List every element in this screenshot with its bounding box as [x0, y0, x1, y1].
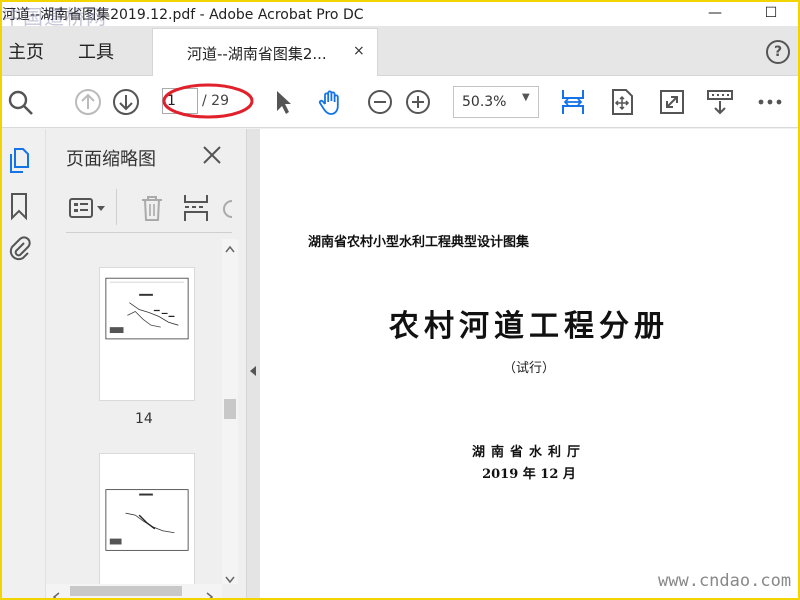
document-view[interactable]: 湖南省农村小型水利工程典型设计图集 农村河道工程分册 （试行） 湖南省水利厅 2… — [260, 129, 798, 598]
toolbar: / 29 50.3% ▼ — [2, 76, 798, 128]
panel-title: 页面缩略图 — [66, 149, 156, 170]
page-thumbnails-icon[interactable] — [6, 145, 32, 175]
chevron-down-icon: ▼ — [522, 92, 530, 103]
thumbnail-page-14[interactable] — [99, 267, 195, 401]
document-main-title: 农村河道工程分册 — [389, 309, 669, 344]
scroll-down-icon[interactable] — [225, 569, 235, 588]
title-bar: 河道--湖南省图集2019.12.pdf - Adobe Acrobat Pro… — [2, 2, 798, 29]
zoom-in-icon[interactable] — [404, 88, 432, 116]
zoom-value: 50.3% — [462, 94, 507, 110]
scroll-right-icon[interactable] — [206, 587, 214, 598]
tab-tools[interactable]: 工具 — [78, 38, 114, 64]
tab-document[interactable]: 河道--湖南省图集2... × — [152, 28, 378, 76]
bookmarks-icon[interactable] — [6, 191, 32, 221]
thumbnail-page-15[interactable] — [99, 453, 195, 584]
fit-width-icon[interactable] — [559, 88, 587, 116]
thumbnail-panel: 页面缩略图 14 — [46, 129, 246, 598]
close-tab-button[interactable]: × — [353, 43, 365, 59]
document-department: 湖南省水利厅 — [471, 445, 586, 460]
thumbnail-options-icon[interactable] — [68, 197, 108, 221]
maximize-button[interactable]: ☐ — [748, 2, 794, 26]
delete-page-icon[interactable] — [138, 193, 166, 223]
scroll-left-icon[interactable] — [52, 587, 60, 598]
toolbar-divider — [116, 189, 117, 225]
rotate-icon[interactable] — [220, 197, 232, 221]
zoom-out-icon[interactable] — [366, 88, 394, 116]
select-cursor-icon[interactable] — [268, 88, 296, 116]
site-watermark: www.cndao.com — [658, 571, 792, 591]
prev-page-icon[interactable] — [74, 88, 102, 116]
next-page-icon[interactable] — [112, 88, 140, 116]
left-rail — [2, 129, 46, 598]
hscroll-thumb[interactable] — [70, 586, 182, 596]
tab-home[interactable]: 主页 — [8, 38, 44, 64]
scroll-up-icon[interactable] — [225, 245, 235, 256]
vertical-scrollbar[interactable] — [222, 239, 238, 584]
zoom-select[interactable]: 50.3% ▼ — [453, 86, 539, 118]
document-subtitle: （试行） — [502, 361, 555, 376]
panel-toolbar — [66, 185, 232, 233]
thumbnail-list: 14 — [46, 239, 222, 584]
document-series-title: 湖南省农村小型水利工程典型设计图集 — [308, 235, 530, 250]
thumbnail-page-label: 14 — [135, 411, 153, 427]
collapse-panel-icon[interactable] — [248, 365, 258, 377]
full-screen-icon[interactable] — [658, 88, 686, 116]
horizontal-scrollbar[interactable] — [46, 584, 222, 598]
page-layout-icon[interactable] — [182, 193, 210, 223]
document-tab-label: 河道--湖南省图集2... — [187, 45, 327, 63]
help-button[interactable]: ? — [766, 40, 790, 64]
fit-page-icon[interactable] — [608, 88, 636, 116]
hand-tool-icon[interactable] — [317, 88, 345, 116]
search-icon[interactable] — [6, 88, 34, 116]
document-date: 2019 年 12 月 — [482, 467, 576, 482]
attachments-icon[interactable] — [6, 233, 32, 263]
highlight-ellipse — [162, 83, 254, 119]
scroll-mode-icon[interactable] — [706, 88, 734, 116]
close-icon[interactable] — [200, 143, 224, 167]
panel-splitter[interactable] — [246, 129, 260, 598]
scroll-thumb[interactable] — [224, 399, 236, 419]
tab-row: 主页 工具 河道--湖南省图集2... × ? — [2, 26, 798, 76]
more-icon[interactable] — [756, 88, 784, 116]
minimize-button[interactable]: — — [692, 2, 738, 26]
